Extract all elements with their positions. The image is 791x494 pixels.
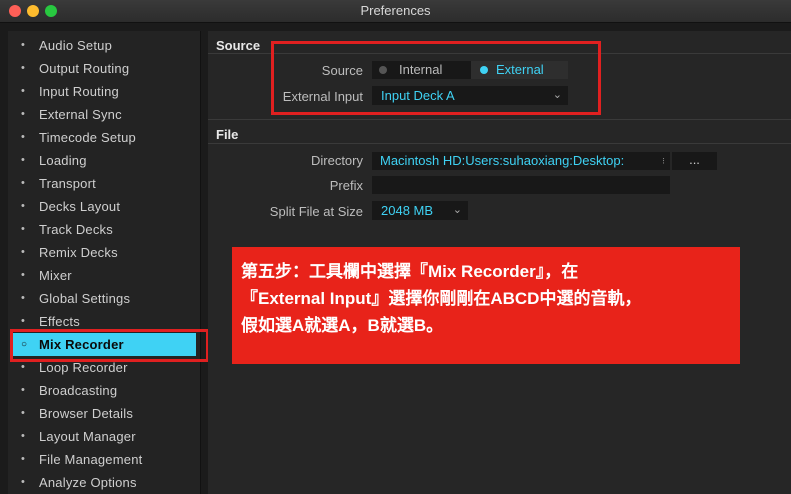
sidebar-item-label: Global Settings: [39, 291, 131, 306]
bullet-icon: •: [21, 85, 25, 97]
sidebar-item-label: Layout Manager: [39, 429, 136, 444]
sidebar-item-track-decks[interactable]: • Track Decks: [8, 218, 200, 241]
bullet-icon: •: [21, 131, 25, 143]
bullet-icon: •: [21, 223, 25, 235]
sidebar-item-label: File Management: [39, 452, 143, 467]
sidebar-item-label: Loading: [39, 153, 87, 168]
bullet-icon: •: [21, 384, 25, 396]
sidebar-item-label: Track Decks: [39, 222, 113, 237]
sidebar-item-label: Browser Details: [39, 406, 134, 421]
chevron-down-icon: ⌄: [452, 204, 462, 216]
sidebar-item-browser-details[interactable]: • Browser Details: [8, 402, 200, 425]
sidebar-item-mixer[interactable]: • Mixer: [8, 264, 200, 287]
sidebar-item-label: Decks Layout: [39, 199, 121, 214]
sidebar-item-broadcasting[interactable]: • Broadcasting: [8, 379, 200, 402]
sidebar-item-label: Input Routing: [39, 84, 119, 99]
sidebar-item-layout-manager[interactable]: • Layout Manager: [8, 425, 200, 448]
sidebar-item-audio-setup[interactable]: • Audio Setup: [8, 34, 200, 57]
sidebar-item-label: Output Routing: [39, 61, 130, 76]
bullet-icon: •: [21, 430, 25, 442]
instruction-annotation: 第五步：工具欄中選擇『Mix Recorder』，在 『External Inp…: [232, 247, 740, 364]
prefix-input[interactable]: [372, 176, 670, 194]
bullet-icon: •: [21, 154, 25, 166]
sidebar-item-label: Broadcasting: [39, 383, 118, 398]
bullet-icon: •: [21, 62, 25, 74]
directory-value: Macintosh HD:Users:suhaoxiang:Desktop:: [380, 153, 625, 168]
bullet-icon: •: [21, 108, 25, 120]
bullet-icon: •: [21, 407, 25, 419]
sidebar-item-label: Timecode Setup: [39, 130, 136, 145]
bullet-icon: •: [21, 177, 25, 189]
title-bar: Preferences: [0, 0, 791, 23]
preferences-sidebar: • Audio Setup • Output Routing • Input Routin…: [8, 31, 201, 494]
bullet-icon: •: [21, 453, 25, 465]
sidebar-item-label: Transport: [39, 176, 96, 191]
split-size-dropdown[interactable]: 2048 MB ⌄: [372, 201, 468, 220]
sidebar-item-label: Analyze Options: [39, 475, 137, 490]
bullet-icon: •: [21, 200, 25, 212]
sidebar-list: • Audio Setup • Output Routing • Input Routin…: [8, 31, 200, 494]
file-divider-top: [208, 119, 791, 120]
sidebar-item-global-settings[interactable]: • Global Settings: [8, 287, 200, 310]
sidebar-item-output-routing[interactable]: • Output Routing: [8, 57, 200, 80]
source-section-header: Source: [216, 38, 261, 53]
highlight-frame-mix-recorder: [10, 329, 209, 362]
directory-field[interactable]: Macintosh HD:Users:suhaoxiang:Desktop: ⁝: [372, 152, 670, 170]
annotation-line-2: 『External Input』選擇你剛剛在ABCD中選的音軌，: [241, 289, 642, 308]
sidebar-item-label: Audio Setup: [39, 38, 113, 53]
sidebar-item-remix-decks[interactable]: • Remix Decks: [8, 241, 200, 264]
field-scroll-icon: ⁝: [662, 156, 665, 166]
annotation-line-1: 第五步：工具欄中選擇『Mix Recorder』，在: [241, 262, 579, 281]
window-title: Preferences: [360, 3, 431, 18]
directory-label: Directory: [310, 153, 363, 168]
bullet-icon: •: [21, 39, 25, 51]
split-size-value: 2048 MB: [381, 203, 434, 218]
sidebar-item-loading[interactable]: • Loading: [8, 149, 200, 172]
sidebar-item-decks-layout[interactable]: • Decks Layout: [8, 195, 200, 218]
sidebar-item-label: External Sync: [39, 107, 122, 122]
sidebar-item-analyze-options[interactable]: • Analyze Options: [8, 471, 200, 494]
sidebar-item-file-management[interactable]: • File Management: [8, 448, 200, 471]
file-divider: [208, 143, 791, 144]
split-file-label: Split File at Size: [269, 204, 363, 219]
sidebar-item-label: Mixer: [39, 268, 72, 283]
browse-directory-button[interactable]: ...: [672, 152, 717, 170]
bullet-icon: •: [21, 246, 25, 258]
file-section-header: File: [216, 127, 239, 142]
sidebar-item-input-routing[interactable]: • Input Routing: [8, 80, 200, 103]
sidebar-item-label: Remix Decks: [39, 245, 118, 260]
sidebar-item-transport[interactable]: • Transport: [8, 172, 200, 195]
prefix-label: Prefix: [329, 178, 363, 193]
bullet-icon: •: [21, 269, 25, 281]
sidebar-item-external-sync[interactable]: • External Sync: [8, 103, 200, 126]
bullet-icon: •: [21, 292, 25, 304]
sidebar-item-timecode-setup[interactable]: • Timecode Setup: [8, 126, 200, 149]
highlight-frame-source: [271, 41, 601, 115]
bullet-icon: •: [21, 476, 25, 488]
annotation-line-3: 假如選A就選A，B就選B。: [241, 316, 444, 335]
